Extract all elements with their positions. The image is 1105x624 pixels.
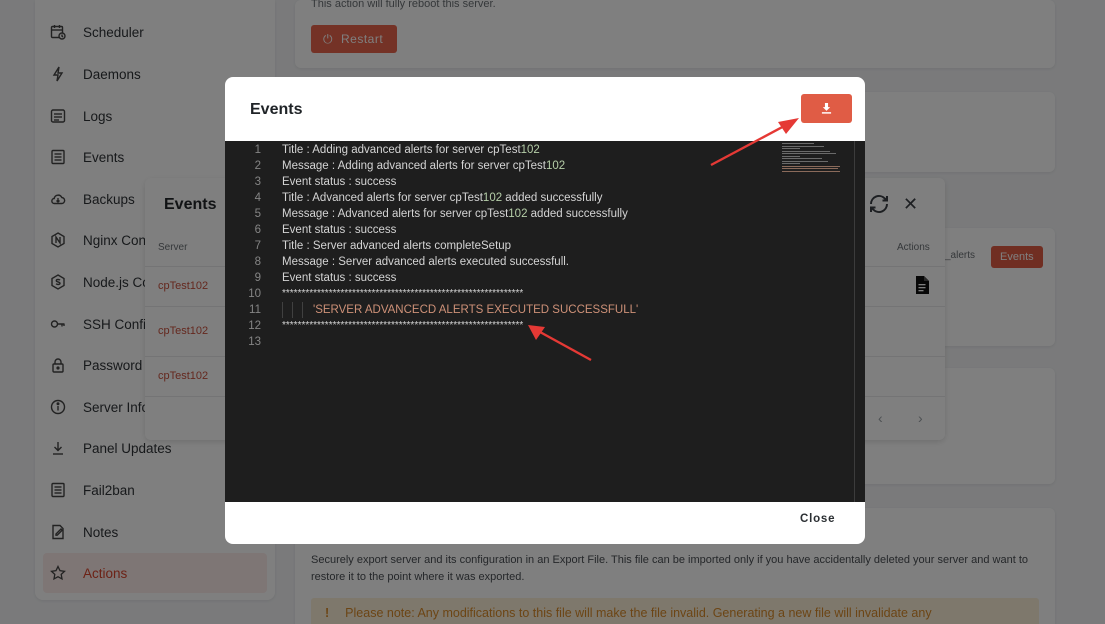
line-number: 10	[248, 288, 261, 300]
code-line: 4 Title : Advanced alerts for server cpT…	[225, 190, 855, 206]
code-text: ****************************************…	[282, 288, 524, 299]
code-line: 1 Title : Adding advanced alerts for ser…	[225, 142, 855, 158]
code-text: Message : Server advanced alerts execute…	[282, 256, 570, 268]
code-text: Title : Advanced alerts for server cpTes…	[282, 192, 483, 204]
line-number: 9	[254, 272, 261, 284]
line-number: 12	[248, 320, 261, 332]
line-number: 3	[254, 176, 261, 188]
code-text: Event status : success	[282, 272, 397, 284]
line-number: 13	[248, 336, 261, 348]
code-text: ****************************************…	[282, 320, 524, 331]
code-line: 3 Event status : success	[225, 174, 855, 190]
line-number: 5	[254, 208, 261, 220]
code-number: 102	[508, 208, 528, 220]
code-line: 9 Event status : success	[225, 270, 855, 286]
code-text: Title : Adding advanced alerts for serve…	[282, 144, 521, 156]
code-text: added successfully	[527, 208, 628, 220]
line-number: 4	[254, 192, 261, 204]
code-editor[interactable]: 1 Title : Adding advanced alerts for ser…	[225, 141, 865, 502]
code-text: Message : Advanced alerts for server cpT…	[282, 208, 509, 220]
code-text: added successfully	[502, 192, 603, 204]
line-number: 2	[254, 160, 261, 172]
download-icon	[821, 103, 832, 114]
code-line: 11 'SERVER ADVANCECD ALERTS EXECUTED SUC…	[225, 302, 855, 318]
line-number: 7	[254, 240, 261, 252]
code-line: 6 Event status : success	[225, 222, 855, 238]
code-line: 5 Message : Advanced alerts for server c…	[225, 206, 855, 222]
code-text: Title : Server advanced alerts completeS…	[282, 240, 512, 252]
code-line: 13	[225, 334, 855, 350]
line-number: 8	[254, 256, 261, 268]
download-button[interactable]	[801, 94, 852, 123]
modal-title: Events	[250, 101, 303, 118]
code-line: 10 *************************************…	[225, 286, 855, 302]
code-text: Event status : success	[282, 224, 397, 236]
line-number: 1	[254, 144, 261, 156]
code-string: 'SERVER ADVANCECD ALERTS EXECUTED SUCCES…	[313, 304, 639, 316]
code-number: 102	[520, 144, 540, 156]
code-line: 8 Message : Server advanced alerts execu…	[225, 254, 855, 270]
events-modal: Events 1 Title : Adding advanced alerts …	[225, 77, 865, 544]
code-line: 12 *************************************…	[225, 318, 855, 334]
code-text: Message : Adding advanced alerts for ser…	[282, 160, 547, 172]
code-line: 7 Title : Server advanced alerts complet…	[225, 238, 855, 254]
close-button[interactable]: Close	[800, 513, 835, 525]
code-text: Event status : success	[282, 176, 397, 188]
code-line: 2 Message : Adding advanced alerts for s…	[225, 158, 855, 174]
code-number: 102	[482, 192, 503, 204]
line-number: 11	[249, 304, 261, 316]
code-number: 102	[546, 160, 566, 172]
line-number: 6	[254, 224, 261, 236]
